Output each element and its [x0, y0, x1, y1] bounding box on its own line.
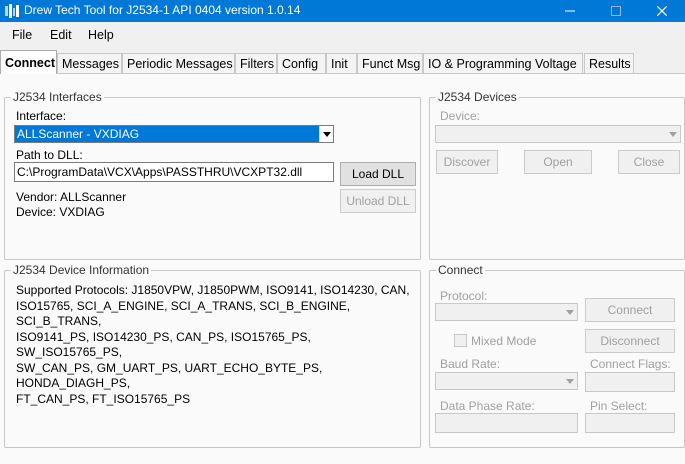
tab-config[interactable]: Config: [277, 53, 326, 74]
pin-select-input[interactable]: [586, 414, 674, 432]
connect-flags-input[interactable]: [586, 373, 674, 391]
data-phase-rate-field[interactable]: [435, 413, 578, 433]
protocol-dropdown[interactable]: [435, 303, 578, 321]
mixed-mode-checkbox[interactable]: [454, 334, 467, 347]
path-label: Path to DLL:: [16, 148, 83, 162]
tab-results[interactable]: Results: [584, 53, 634, 74]
connect-flags-label: Connect Flags:: [590, 357, 671, 371]
data-phase-rate-input[interactable]: [436, 414, 577, 432]
tab-strip: Connect Messages Periodic Messages Filte…: [0, 50, 685, 74]
window-title: Drew Tech Tool for J2534-1 API 0404 vers…: [24, 3, 301, 17]
device-info-line: ISO9141_PS, ISO14230_PS, CAN_PS, ISO1576…: [16, 329, 311, 360]
data-phase-rate-label: Data Phase Rate:: [440, 399, 535, 413]
chevron-down-icon[interactable]: [563, 373, 577, 389]
device-info-line: Supported Protocols: J1850VPW, J1850PWM,…: [16, 283, 410, 297]
device-info-line: SW_CAN_PS, GM_UART_PS, UART_ECHO_BYTE_PS…: [16, 360, 323, 391]
maximize-button[interactable]: [593, 0, 639, 22]
device-info-group: J2534 Device Information Supported Proto…: [4, 263, 421, 448]
close-button[interactable]: Close: [618, 150, 680, 174]
close-icon: [657, 6, 667, 16]
devices-group: J2534 Devices Device: Discover Open Clos…: [429, 90, 685, 260]
interfaces-group: J2534 Interfaces Interface: ALLScanner -…: [4, 90, 421, 260]
connect-group-title: Connect: [436, 263, 485, 277]
unload-dll-button[interactable]: Unload DLL: [340, 189, 416, 213]
minimize-button[interactable]: [547, 0, 593, 22]
menu-file[interactable]: File: [12, 28, 32, 42]
tab-init[interactable]: Init: [326, 53, 357, 74]
connect-tab-panel: J2534 Interfaces Interface: ALLScanner -…: [0, 73, 685, 464]
dll-path-input[interactable]: [15, 163, 333, 181]
title-bar: Drew Tech Tool for J2534-1 API 0404 vers…: [0, 0, 685, 22]
pin-select-label: Pin Select:: [590, 399, 648, 413]
menu-help[interactable]: Help: [88, 28, 114, 42]
chevron-down-icon[interactable]: [666, 126, 680, 142]
device-text: Device: VXDIAG: [16, 205, 105, 219]
maximize-icon: [611, 6, 621, 16]
discover-button[interactable]: Discover: [436, 150, 498, 174]
app-icon: [4, 3, 20, 19]
mixed-mode-label: Mixed Mode: [471, 334, 537, 348]
protocol-label: Protocol:: [440, 289, 488, 303]
tab-funct-msg[interactable]: Funct Msg: [357, 53, 423, 74]
interfaces-group-title: J2534 Interfaces: [11, 90, 104, 104]
tab-messages[interactable]: Messages: [57, 53, 122, 74]
devices-group-title: J2534 Devices: [436, 90, 519, 104]
minimize-icon: [565, 6, 575, 16]
pin-select-field[interactable]: [585, 413, 675, 433]
menu-edit[interactable]: Edit: [50, 28, 72, 42]
disconnect-button[interactable]: Disconnect: [585, 329, 675, 353]
load-dll-button[interactable]: Load DLL: [340, 162, 416, 186]
connect-group: Connect Protocol: Connect Mixed Mode Dis…: [429, 263, 685, 448]
device-info-text: Supported Protocols: J1850VPW, J1850PWM,…: [16, 283, 420, 407]
connect-flags-field[interactable]: [585, 372, 675, 392]
device-info-group-title: J2534 Device Information: [11, 263, 152, 277]
close-window-button[interactable]: [639, 0, 685, 22]
baud-rate-dropdown[interactable]: [435, 372, 578, 390]
connect-button[interactable]: Connect: [585, 298, 675, 322]
device-label: Device:: [440, 109, 481, 123]
chevron-down-icon[interactable]: [319, 126, 333, 142]
tab-periodic-messages[interactable]: Periodic Messages: [122, 53, 235, 74]
tab-connect[interactable]: Connect: [0, 50, 57, 74]
dll-path-field[interactable]: [14, 162, 334, 182]
device-info-line: FT_CAN_PS, FT_ISO15765_PS: [16, 391, 191, 406]
device-dropdown[interactable]: [435, 125, 681, 143]
device-info-line: ISO15765, SCI_A_ENGINE, SCI_A_TRANS, SCI…: [16, 298, 351, 329]
interface-value: ALLScanner - VXDIAG: [17, 127, 140, 141]
open-button[interactable]: Open: [524, 150, 592, 174]
chevron-down-icon[interactable]: [563, 304, 577, 320]
tab-filters[interactable]: Filters: [235, 53, 277, 74]
interface-label: Interface:: [16, 109, 67, 123]
baud-rate-label: Baud Rate:: [440, 357, 501, 371]
interface-dropdown[interactable]: ALLScanner - VXDIAG: [14, 125, 334, 143]
menu-bar: File Edit Help: [0, 22, 685, 48]
tab-io-programming-voltage[interactable]: IO & Programming Voltage: [423, 53, 583, 74]
vendor-text: Vendor: ALLScanner: [16, 190, 127, 204]
